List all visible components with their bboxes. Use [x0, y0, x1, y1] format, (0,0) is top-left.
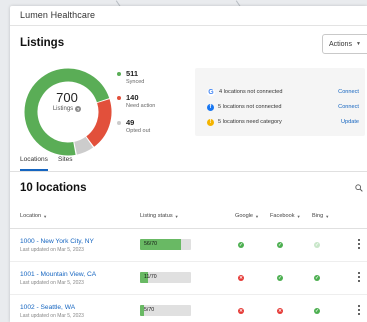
google-icon: G — [207, 88, 215, 96]
actions-dropdown[interactable]: Actions ▼ — [322, 34, 367, 54]
listings-donut-chart — [24, 68, 112, 156]
last-updated: Last updated on Mar 5, 2023 — [20, 247, 84, 253]
legend-value: 49 — [126, 118, 135, 127]
column-label: Listing status — [140, 213, 173, 219]
main-card: Lumen Healthcare Listings Actions ▼ 700 … — [10, 6, 367, 322]
column-label: Bing — [312, 213, 324, 219]
google-status-icon: ✓ — [238, 242, 244, 248]
issue-text: 5 locations not connected — [218, 104, 282, 110]
issues-panel: G 4 locations not connected Connect f 5 … — [195, 68, 365, 136]
location-link[interactable]: 1002 - Seattle, WA — [20, 304, 75, 311]
column-location[interactable]: Location ▼ — [20, 213, 47, 219]
legend-dot — [117, 121, 121, 125]
listing-status-text: 5/70 — [144, 307, 155, 313]
issue-facebook: f 5 locations not connected — [207, 102, 281, 112]
facebook-status-icon: ✓ — [277, 242, 283, 248]
issue-text: 4 locations not connected — [219, 89, 283, 95]
legend-value: 140 — [126, 93, 139, 102]
legend-label: Opted out — [126, 128, 151, 134]
facebook-status-icon: ✓ — [277, 275, 283, 281]
listing-status-text: 56/70 — [144, 241, 157, 247]
table-title: 10 locations — [20, 182, 87, 194]
row-menu-icon[interactable] — [358, 272, 361, 283]
total-listings-label: Listings — [52, 106, 74, 112]
last-updated: Last updated on Mar 5, 2023 — [20, 313, 84, 319]
tab-sites[interactable]: Sites — [58, 156, 72, 163]
column-label: Google — [235, 213, 254, 219]
sort-icon: ▼ — [174, 213, 179, 219]
issue-text: 5 locations need category — [218, 119, 282, 125]
google-status-icon: ✕ — [238, 308, 244, 314]
table-row[interactable]: 1000 - New York City, NY Last updated on … — [10, 229, 367, 262]
row-menu-icon[interactable] — [358, 239, 361, 250]
row-menu-icon[interactable] — [358, 305, 361, 316]
location-link[interactable]: 1001 - Mountain View, CA — [20, 271, 96, 278]
chevron-down-icon: ▼ — [355, 41, 361, 47]
help-icon[interactable]: ? — [75, 106, 82, 112]
column-bing[interactable]: Bing ▼ — [312, 213, 329, 219]
legend-label: Need action — [126, 103, 156, 109]
facebook-icon: f — [207, 103, 214, 111]
search-icon[interactable] — [355, 184, 363, 192]
total-listings-value: 700 — [56, 90, 78, 105]
bing-status-icon: ✓ — [314, 242, 320, 248]
column-listing-status[interactable]: Listing status ▼ — [140, 213, 179, 219]
page-title: Listings — [20, 37, 65, 49]
issue-category: ! 5 locations need category — [207, 117, 282, 127]
column-label: Location — [20, 213, 42, 219]
facebook-connect-link[interactable]: Connect — [338, 104, 359, 110]
listing-status-bar: 56/70 — [140, 239, 191, 250]
bing-status-icon: ✓ — [314, 275, 320, 281]
listing-status-bar: 11/70 — [140, 272, 191, 283]
column-facebook[interactable]: Facebook ▼ — [270, 213, 301, 219]
column-label: Facebook — [270, 213, 295, 219]
legend-value: 511 — [126, 69, 139, 78]
google-connect-link[interactable]: Connect — [338, 89, 359, 95]
category-update-link[interactable]: Update — [341, 119, 359, 125]
legend-dot — [117, 72, 121, 76]
legend-dot — [117, 96, 121, 100]
header-divider — [10, 25, 367, 26]
sort-icon: ▼ — [255, 213, 260, 219]
location-link[interactable]: 1000 - New York City, NY — [20, 238, 94, 245]
issue-google: G 4 locations not connected — [207, 87, 282, 97]
column-google[interactable]: Google ▼ — [235, 213, 259, 219]
facebook-status-icon: ✕ — [277, 308, 283, 314]
tab-divider — [10, 171, 367, 172]
brand-name: Lumen Healthcare — [20, 10, 96, 20]
donut-center: 700 Listings? — [32, 91, 102, 112]
table-row[interactable]: 1002 - Seattle, WA Last updated on Mar 5,… — [10, 295, 367, 322]
category-warning-icon: ! — [207, 118, 214, 126]
listing-status-text: 11/70 — [144, 274, 157, 280]
listing-status-bar: 5/70 — [140, 305, 191, 316]
bing-status-icon: ✓ — [314, 308, 320, 314]
google-status-icon: ✕ — [238, 275, 244, 281]
sort-icon: ▼ — [43, 213, 48, 219]
legend-label: Synced — [126, 79, 145, 85]
sort-icon: ▼ — [296, 213, 301, 219]
actions-label: Actions — [329, 40, 352, 48]
sort-icon: ▼ — [325, 213, 330, 219]
tab-locations[interactable]: Locations — [20, 156, 48, 163]
last-updated: Last updated on Mar 5, 2023 — [20, 280, 84, 286]
table-row[interactable]: 1001 - Mountain View, CA Last updated on … — [10, 262, 367, 295]
